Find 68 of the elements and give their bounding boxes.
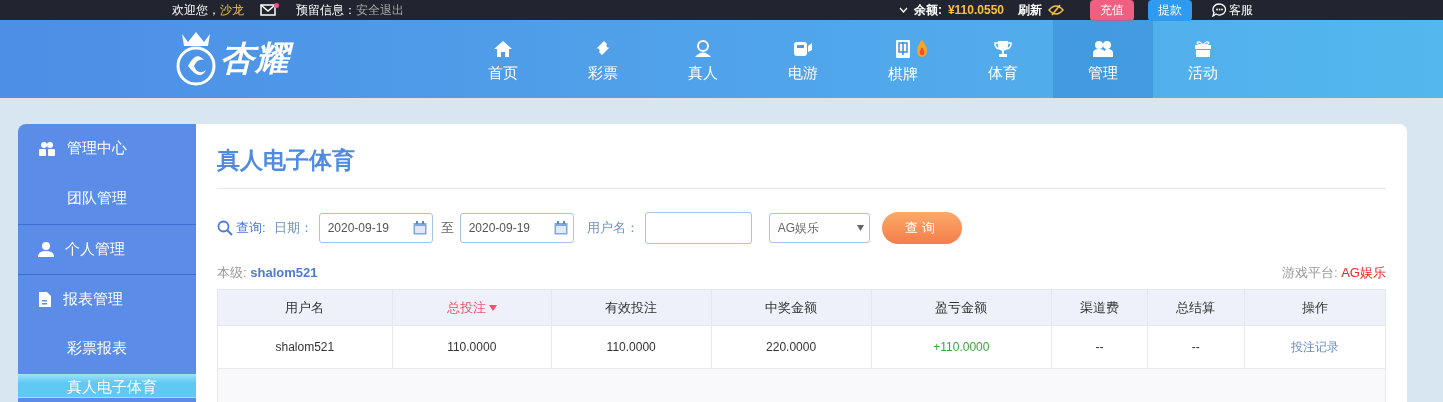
person-icon [693, 39, 713, 58]
search-icon [217, 220, 233, 236]
column-header[interactable]: 操作 [1244, 289, 1386, 326]
home-icon [493, 39, 513, 58]
column-header[interactable]: 渠道费 [1051, 289, 1148, 326]
gift-icon [1193, 39, 1213, 58]
table-cell: shalom521 [217, 325, 393, 369]
username-link[interactable]: 沙龙 [220, 1, 244, 19]
nav-tab[interactable]: 真人 [653, 20, 753, 98]
username-label: 用户名： [586, 219, 639, 237]
deposit-button[interactable]: 充值 [1090, 0, 1134, 21]
table-cell: 220.0000 [711, 325, 872, 369]
chat-icon[interactable] [1212, 3, 1227, 17]
nav-tab[interactable]: 电游 [753, 20, 853, 98]
people-icon [38, 141, 56, 156]
sidebar-item[interactable]: 真人电子体育 [18, 374, 196, 398]
person-icon [38, 241, 54, 257]
username-field[interactable] [644, 212, 752, 244]
date-label: 日期： [273, 219, 313, 237]
table-cell: -- [1051, 325, 1148, 369]
column-header[interactable]: 总投注 [392, 289, 552, 326]
calendar-icon[interactable] [553, 221, 568, 235]
column-header[interactable]: 总结算 [1147, 289, 1244, 326]
document-icon [38, 290, 52, 308]
caret-icon [856, 225, 864, 231]
column-header[interactable]: 用户名 [217, 289, 393, 326]
eye-slash-icon[interactable] [1048, 4, 1064, 16]
chevron-down-icon[interactable] [898, 7, 908, 13]
crest-icon [174, 30, 218, 88]
customer-service-link[interactable]: 客服 [1229, 1, 1253, 19]
platform-select[interactable]: AG娱乐 [768, 213, 870, 243]
sidebar-item[interactable]: 团队管理 [18, 174, 196, 224]
balance-label: 余额: [913, 1, 942, 19]
withdraw-button[interactable]: 提款 [1148, 0, 1192, 21]
people-icon [1092, 39, 1114, 58]
table-cell: 110.0000 [392, 325, 552, 369]
column-header[interactable]: 盈亏金额 [871, 289, 1052, 326]
logout-link[interactable]: 安全退出 [356, 1, 404, 19]
level-info: 本级: shalom521 [217, 264, 318, 282]
bet-record-link[interactable]: 投注记录 [1244, 325, 1386, 369]
nav-tab[interactable]: 体育 [953, 20, 1053, 98]
balance-amount: ¥110.0550 [947, 3, 1004, 17]
column-header[interactable]: 中奖金额 [711, 289, 872, 326]
table-cell: 110.0000 [551, 325, 712, 369]
sidebar-item[interactable]: 彩票报表 [18, 324, 196, 374]
welcome-text: 欢迎您， [172, 1, 220, 19]
nav-tab[interactable]: 彩票 [553, 20, 653, 98]
mail-icon[interactable] [260, 4, 276, 16]
reserved-info-label: 预留信息： [296, 1, 356, 19]
nav-tab[interactable]: 管理 [1053, 20, 1153, 98]
sidebar-group[interactable]: 管理中心 [18, 124, 196, 174]
tile-icon [895, 38, 911, 59]
trophy-icon [993, 39, 1013, 58]
nav-tab[interactable]: 首页 [453, 20, 553, 98]
column-header[interactable]: 有效投注 [551, 289, 712, 326]
calendar-icon[interactable] [412, 221, 427, 235]
date-to-field[interactable]: 2020-09-19 [459, 213, 574, 243]
nav-tab[interactable]: 活动 [1153, 20, 1253, 98]
refresh-link[interactable]: 刷新 [1018, 1, 1042, 19]
table-cell: -- [1147, 325, 1244, 369]
to-label: 至 [440, 219, 454, 237]
platform-info: 游戏平台: AG娱乐 [1281, 264, 1386, 282]
date-from-field[interactable]: 2020-09-19 [318, 213, 433, 243]
search-button[interactable]: 查询 [881, 212, 962, 244]
page-title: 真人电子体育 [217, 124, 1386, 189]
nav-tab[interactable]: 棋牌 [853, 20, 953, 98]
query-label: 查询: [236, 219, 266, 237]
table-cell: +110.0000 [871, 325, 1052, 369]
